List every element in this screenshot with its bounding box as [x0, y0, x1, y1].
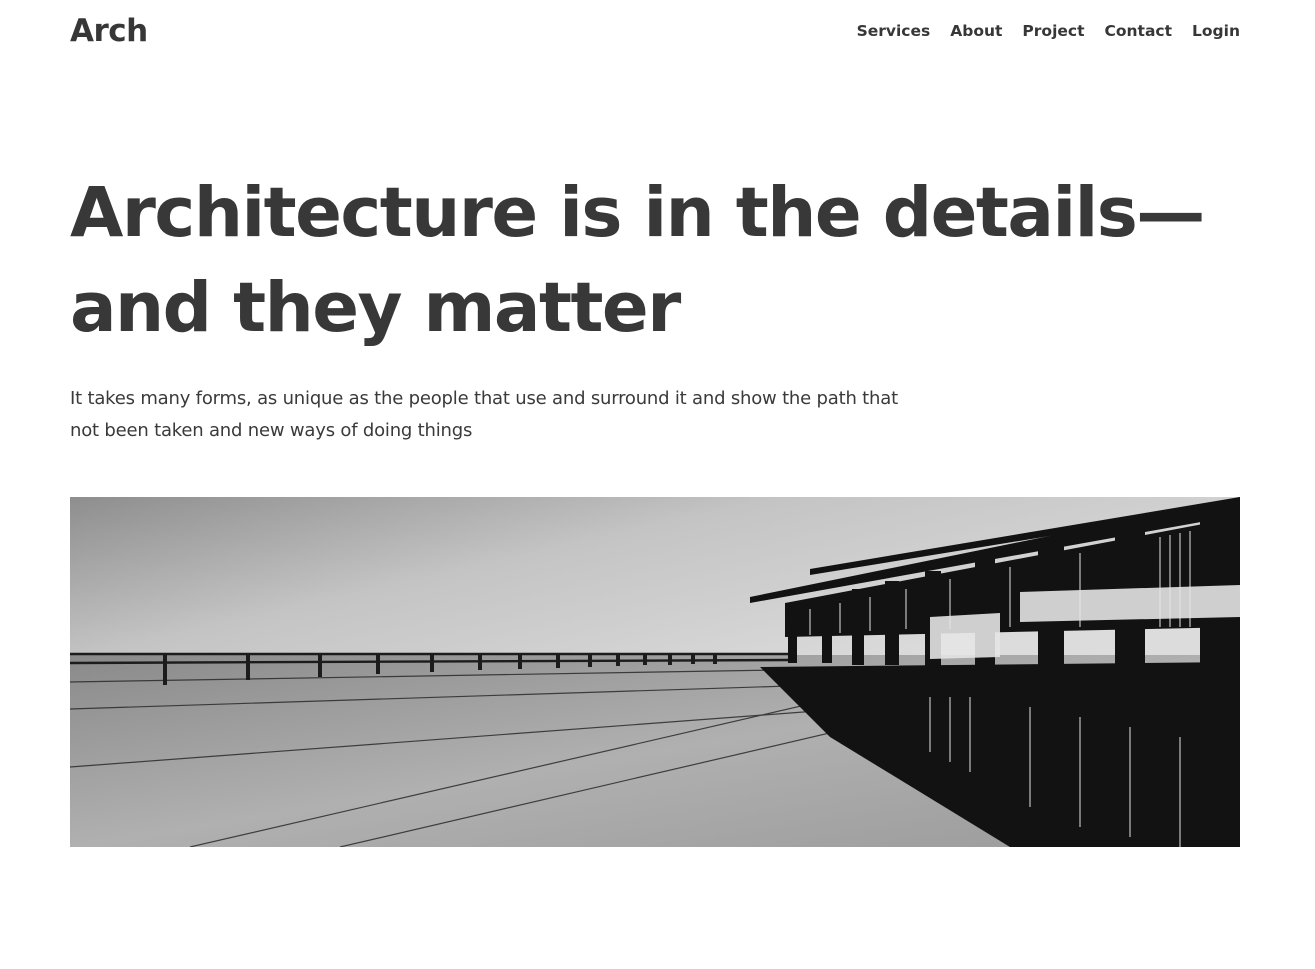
nav-services[interactable]: Services	[857, 22, 931, 40]
nav-about[interactable]: About	[950, 22, 1002, 40]
building-photo-icon	[70, 497, 1240, 847]
hero-image	[70, 497, 1240, 847]
logo[interactable]: Arch	[70, 13, 148, 49]
hero-subtext: It takes many forms, as unique as the pe…	[70, 388, 898, 441]
nav-login[interactable]: Login	[1192, 22, 1240, 40]
site-header: Arch Services About Project Contact Logi…	[70, 0, 1240, 62]
nav-contact[interactable]: Contact	[1105, 22, 1173, 40]
hero-headline: Architecture is in the details—and they …	[70, 173, 1205, 348]
main-nav: Services About Project Contact Login	[857, 22, 1240, 40]
nav-project[interactable]: Project	[1022, 22, 1084, 40]
